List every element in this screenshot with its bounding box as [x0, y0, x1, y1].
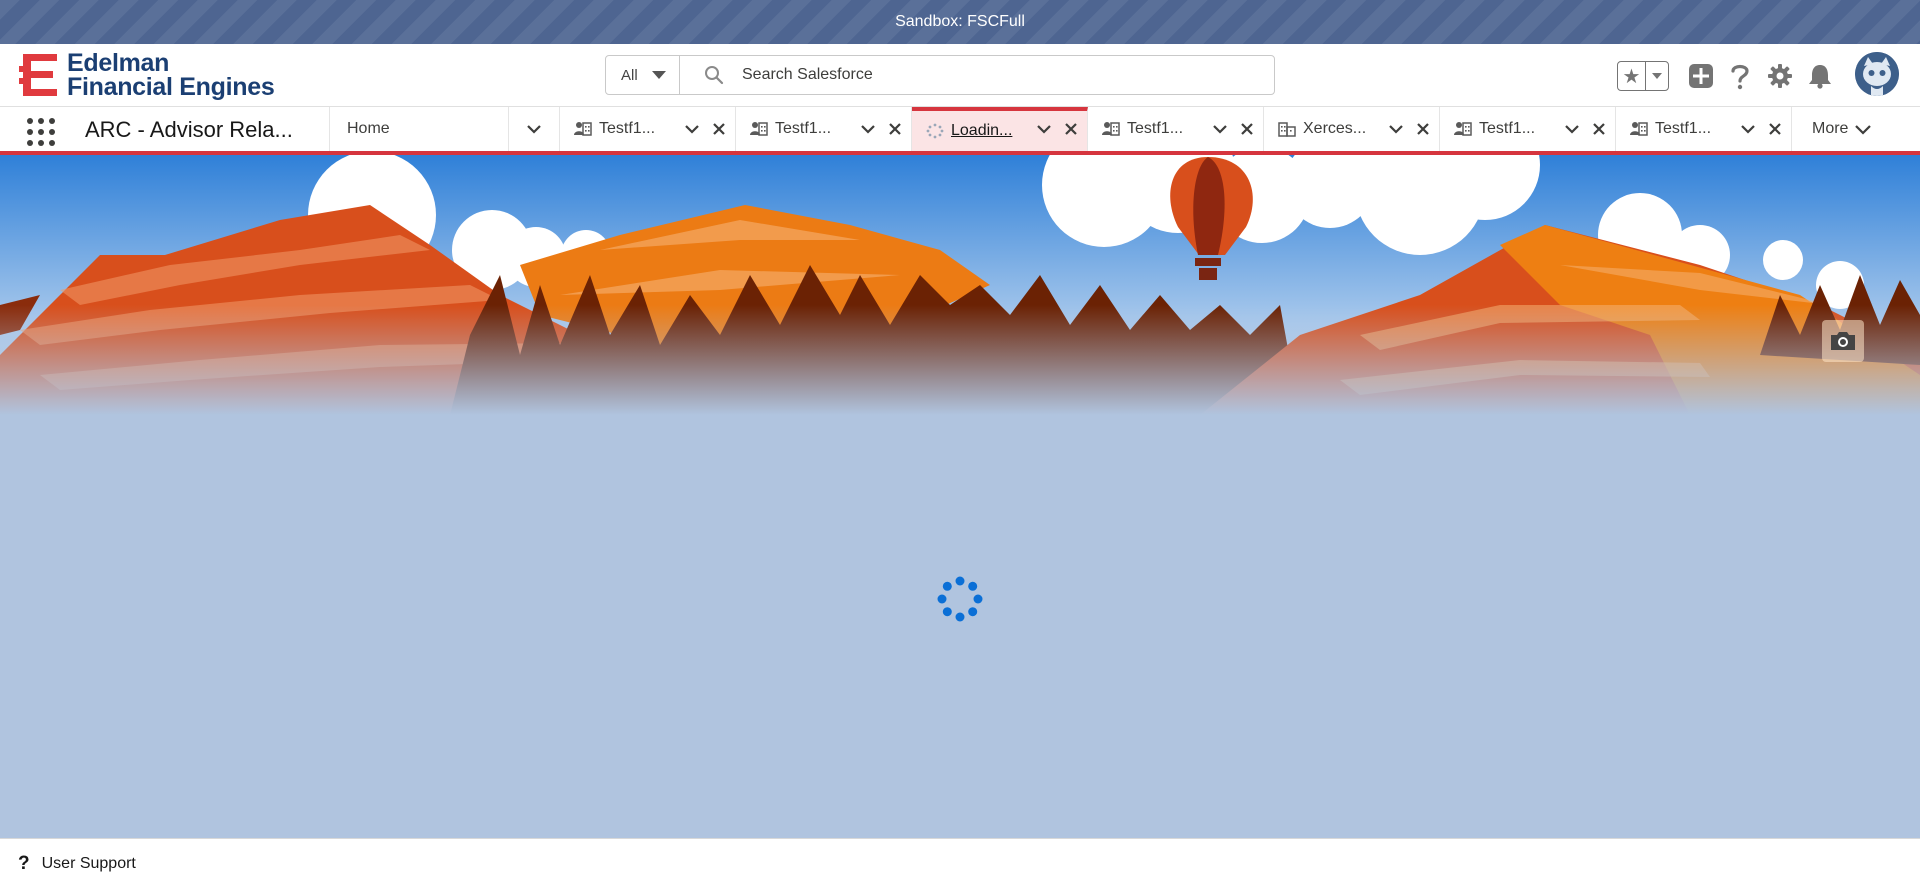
tab-menu-chevron-down-icon[interactable]: [1740, 122, 1756, 136]
tab-menu-chevron-down-icon[interactable]: [1036, 122, 1052, 136]
tab-label: Testf1...: [1127, 120, 1184, 137]
chevron-down-icon: [1652, 73, 1662, 79]
chevron-down-icon: [651, 71, 666, 79]
camera-icon: [1831, 332, 1855, 350]
person-account-icon: [1454, 121, 1472, 137]
person-account-icon: [1102, 121, 1120, 137]
business-account-icon: [1278, 121, 1296, 137]
loading-spinner-icon: [926, 123, 944, 139]
app-launcher-icon[interactable]: [26, 117, 56, 147]
tab-close-icon[interactable]: [888, 122, 902, 136]
add-icon[interactable]: [1686, 61, 1716, 91]
workspace-tab[interactable]: Xerces...: [1264, 107, 1440, 151]
tab-close-icon[interactable]: [1592, 122, 1606, 136]
tab-menu-chevron-down-icon[interactable]: [1212, 122, 1228, 136]
tab-label: Testf1...: [599, 120, 656, 137]
navigation-bar: ARC - Advisor Rela... Home Testf1... Test…: [0, 107, 1920, 155]
sandbox-banner: Sandbox: FSCFull: [0, 0, 1920, 44]
chevron-down-icon: [1855, 125, 1872, 135]
banner-illustration: [0, 155, 1920, 415]
more-tabs-button[interactable]: More: [1812, 107, 1872, 151]
tab-label: Testf1...: [1655, 120, 1712, 137]
workspace-tab[interactable]: Testf1...: [1616, 107, 1792, 151]
favorites-star-icon[interactable]: ★: [1618, 62, 1646, 90]
nav-item-home[interactable]: Home: [329, 107, 509, 151]
user-avatar[interactable]: [1855, 52, 1899, 96]
tab-menu-chevron-down-icon[interactable]: [684, 122, 700, 136]
tab-label: Xerces...: [1303, 120, 1367, 137]
tab-close-icon[interactable]: [712, 122, 726, 136]
search-field: [680, 56, 1274, 94]
nav-menu-button[interactable]: [509, 107, 560, 151]
search-scope-dropdown[interactable]: All: [606, 56, 680, 94]
logo-line-2: Financial Engines: [67, 73, 275, 101]
tab-label: Loadin...: [951, 122, 1013, 139]
tab-close-icon[interactable]: [1240, 122, 1254, 136]
setup-gear-icon[interactable]: [1765, 61, 1795, 91]
search-input[interactable]: [742, 66, 1222, 84]
help-icon: ?: [18, 852, 30, 874]
notifications-bell-icon[interactable]: [1805, 61, 1835, 91]
tab-menu-chevron-down-icon[interactable]: [1388, 122, 1404, 136]
favorites-menu-button[interactable]: [1646, 62, 1668, 90]
tab-label: Testf1...: [1479, 120, 1536, 137]
search-scope-value: All: [621, 66, 638, 84]
workspace-tab[interactable]: Testf1...: [1440, 107, 1616, 151]
chevron-down-icon: [527, 125, 541, 134]
loading-spinner-icon: [937, 576, 983, 622]
global-search: All: [605, 55, 1275, 95]
logo-line-1: Edelman: [67, 49, 170, 77]
workspace-tab[interactable]: Testf1...: [560, 107, 736, 151]
workspace-tab[interactable]: Testf1...: [736, 107, 912, 151]
edelman-logo-mark-icon: [19, 54, 57, 96]
search-icon: [705, 66, 724, 85]
person-account-icon: [1630, 121, 1648, 137]
app-name: ARC - Advisor Rela...: [85, 117, 293, 142]
mountain-landscape-image: [0, 155, 1920, 415]
logo-wordmark: Edelman Financial Engines: [67, 49, 275, 101]
tab-menu-chevron-down-icon[interactable]: [860, 122, 876, 136]
workspace-tab[interactable]: Testf1...: [1088, 107, 1264, 151]
more-label: More: [1812, 120, 1849, 137]
person-account-icon: [750, 121, 768, 137]
nav-item-home-label: Home: [347, 120, 390, 137]
utility-bar: ? User Support: [0, 838, 1920, 888]
tab-label: Testf1...: [775, 120, 832, 137]
tab-close-icon[interactable]: [1416, 122, 1430, 136]
tab-close-icon[interactable]: [1064, 122, 1078, 136]
tab-close-icon[interactable]: [1768, 122, 1782, 136]
company-logo[interactable]: Edelman Financial Engines: [19, 49, 275, 101]
favorites-group: ★: [1617, 61, 1669, 91]
user-support-button[interactable]: User Support: [42, 855, 136, 873]
tab-menu-chevron-down-icon[interactable]: [1564, 122, 1580, 136]
global-header: Edelman Financial Engines All ★: [0, 44, 1920, 107]
help-icon[interactable]: [1725, 61, 1755, 91]
change-banner-button[interactable]: [1822, 320, 1864, 362]
sandbox-label: Sandbox: FSCFull: [895, 13, 1025, 30]
workspace-tab[interactable]: Loadin...: [912, 107, 1088, 151]
person-account-icon: [574, 121, 592, 137]
